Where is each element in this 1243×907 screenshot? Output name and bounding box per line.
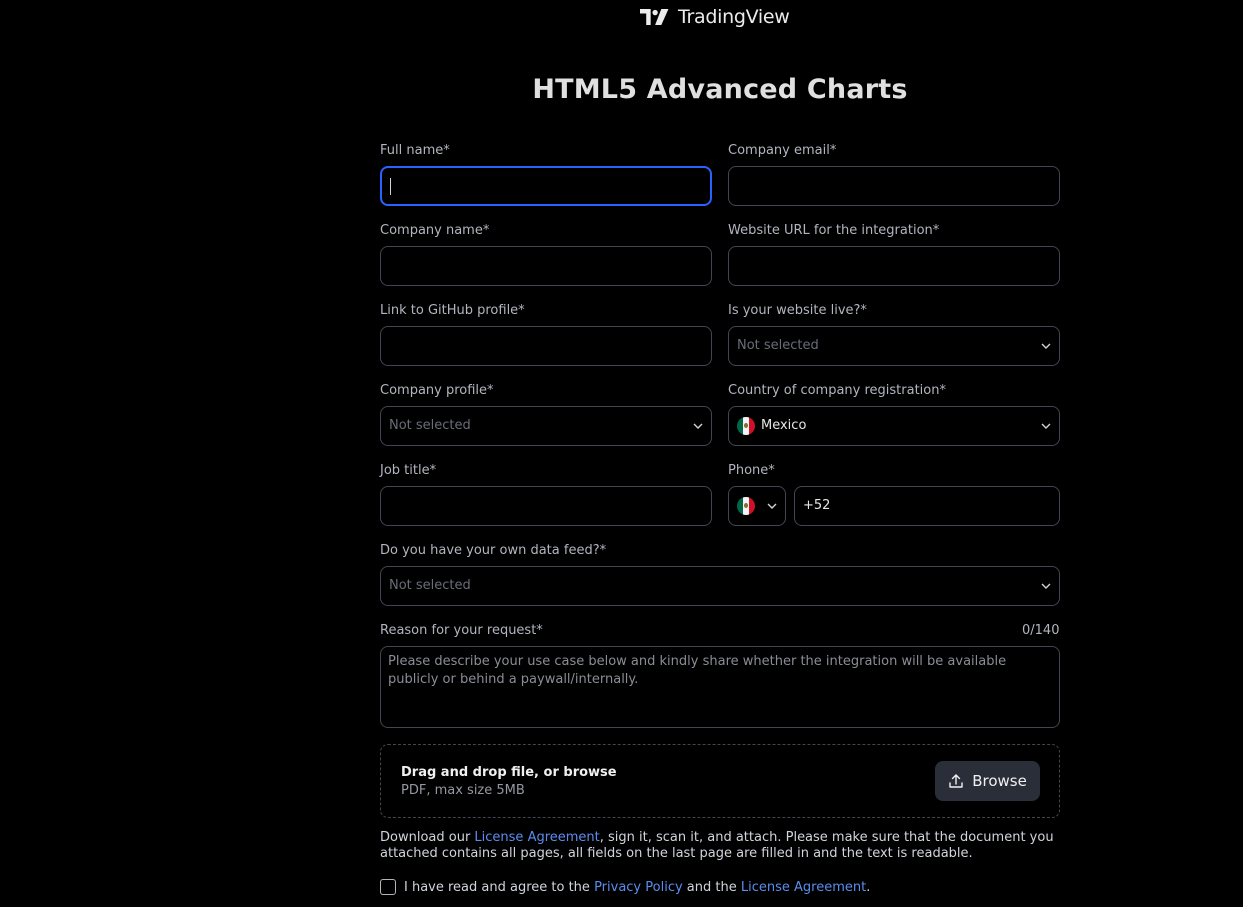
agreement-suffix: . <box>866 879 871 895</box>
chevron-down-icon <box>693 423 703 429</box>
agree-checkbox[interactable] <box>380 879 396 895</box>
company-profile-value: Not selected <box>389 418 471 433</box>
phone-input[interactable]: +52 <box>794 486 1060 526</box>
tradingview-logo-icon <box>640 9 669 25</box>
website-url-label: Website URL for the integration* <box>728 223 940 238</box>
country-label: Country of company registration* <box>728 383 946 398</box>
chevron-down-icon <box>1041 583 1051 589</box>
mexico-flag-icon <box>737 497 755 515</box>
file-dropzone[interactable]: Drag and drop file, or browse PDF, max s… <box>380 744 1060 818</box>
company-email-input[interactable] <box>728 166 1060 206</box>
company-profile-select[interactable]: Not selected <box>380 406 712 446</box>
country-select[interactable]: Mexico <box>728 406 1060 446</box>
brand-name: TradingView <box>678 6 790 28</box>
dropzone-title: Drag and drop file, or browse <box>401 765 617 780</box>
agreement-prefix: I have read and agree to the <box>404 879 595 895</box>
agreement-middle: and the <box>682 879 741 895</box>
browse-button[interactable]: Browse <box>935 761 1040 801</box>
phone-label: Phone* <box>728 463 775 478</box>
github-input[interactable] <box>380 326 712 366</box>
full-name-label: Full name* <box>380 143 450 158</box>
reason-label: Reason for your request* <box>380 623 543 638</box>
chevron-down-icon <box>1041 423 1051 429</box>
github-label: Link to GitHub profile* <box>380 303 525 318</box>
company-name-input[interactable] <box>380 246 712 286</box>
character-counter: 0/140 <box>1022 623 1060 638</box>
dropzone-hint: PDF, max size 5MB <box>401 783 525 798</box>
job-title-label: Job title* <box>380 463 437 478</box>
browse-button-label: Browse <box>972 772 1027 790</box>
website-live-label: Is your website live?* <box>728 303 867 318</box>
website-live-select[interactable]: Not selected <box>728 326 1060 366</box>
license-agreement-link-2[interactable]: License Agreement <box>741 880 866 895</box>
job-title-input[interactable] <box>380 486 712 526</box>
license-notice: Download our License Agreement, sign it,… <box>380 830 1060 862</box>
data-feed-select[interactable]: Not selected <box>380 566 1060 606</box>
chevron-down-icon <box>1041 343 1051 349</box>
agreement-row: I have read and agree to the Privacy Pol… <box>380 878 870 896</box>
page: TradingView HTML5 Advanced Charts Full n… <box>0 0 1243 907</box>
country-value: Mexico <box>761 418 807 433</box>
website-live-value: Not selected <box>737 338 819 353</box>
agreement-text: I have read and agree to the Privacy Pol… <box>404 880 870 895</box>
full-name-input[interactable] <box>380 166 712 206</box>
page-title: HTML5 Advanced Charts <box>532 74 908 105</box>
phone-country-select[interactable] <box>728 486 786 526</box>
company-name-label: Company name* <box>380 223 490 238</box>
privacy-policy-link[interactable]: Privacy Policy <box>594 880 683 895</box>
company-email-label: Company email* <box>728 143 837 158</box>
mexico-flag-icon <box>737 417 755 435</box>
license-agreement-link[interactable]: License Agreement <box>474 830 599 845</box>
website-url-input[interactable] <box>728 246 1060 286</box>
reason-placeholder: Please describe your use case below and … <box>388 654 1007 687</box>
reason-textarea[interactable]: Please describe your use case below and … <box>380 646 1060 728</box>
chevron-down-icon <box>767 503 777 509</box>
upload-icon <box>949 774 963 788</box>
text-caret <box>390 178 391 195</box>
phone-code: +52 <box>803 498 831 513</box>
company-profile-label: Company profile* <box>380 383 494 398</box>
data-feed-label: Do you have your own data feed?* <box>380 543 607 558</box>
notice-prefix: Download our <box>380 830 475 845</box>
tradingview-logo[interactable]: TradingView <box>640 6 790 28</box>
data-feed-value: Not selected <box>389 578 471 593</box>
